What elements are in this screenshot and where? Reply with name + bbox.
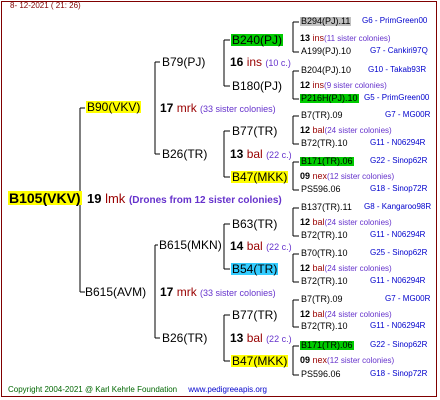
l4-queen: B137(TR).11 bbox=[301, 202, 352, 212]
l3-mating: 09 nex(12 sister colonies) bbox=[300, 355, 395, 365]
sire-queen: B90(VKV) bbox=[86, 100, 142, 114]
l2-mating: 14 bal (22 c.) bbox=[230, 239, 292, 253]
l4-origin: G11 - N06294R bbox=[370, 276, 426, 285]
l4-queen: B171(TR).06 bbox=[300, 156, 354, 166]
l4-queen: B7(TR).09 bbox=[301, 110, 343, 120]
print-date: 8- 12-2021 ( 21: 26) bbox=[10, 1, 81, 10]
l4-queen: B72(TR).10 bbox=[301, 230, 348, 240]
l3-queen: B240(PJ) bbox=[231, 33, 284, 47]
pedigree-chart: 8- 12-2021 ( 21: 26) B105(VKV) 19 lmk (D… bbox=[0, 0, 440, 400]
l3-queen: B47(MKK) bbox=[231, 170, 289, 184]
l4-origin: G10 - Takab93R bbox=[368, 65, 427, 74]
l4-queen: B7(TR).09 bbox=[301, 294, 343, 304]
l4-queen: B294(PJ).11 bbox=[300, 16, 352, 26]
site-link[interactable]: www.pedigreeapis.org bbox=[188, 385, 267, 394]
l2-mating: 13 bal (22 c.) bbox=[230, 331, 292, 345]
l4-origin: G22 - Sinop62R bbox=[370, 156, 428, 165]
l3-mating: 12 bal(24 sister colonies) bbox=[300, 263, 392, 273]
footer: Copyright 2004-2021 @ Karl Kehrle Founda… bbox=[8, 386, 267, 394]
l3-queen: B47(MKK) bbox=[231, 354, 289, 368]
l3-queen: B77(TR) bbox=[232, 308, 278, 322]
l2-queen: B26(TR) bbox=[162, 331, 208, 345]
copyright-text: Copyright 2004-2021 @ Karl Kehrle Founda… bbox=[8, 385, 178, 394]
l4-queen: B204(PJ).10 bbox=[301, 65, 352, 75]
l4-queen: B72(TR).10 bbox=[301, 138, 348, 148]
dam-mating: 17 mrk (33 sister colonies) bbox=[160, 285, 276, 299]
l3-mating: 13 ins(11 sister colonies) bbox=[300, 33, 391, 43]
l2-queen: B26(TR) bbox=[162, 147, 208, 161]
root-mating: 19 lmk (Drones from 12 sister colonies) bbox=[87, 192, 282, 206]
l4-origin: G7 - MG00R bbox=[385, 294, 431, 303]
sire-mating: 17 mrk (33 sister colonies) bbox=[160, 101, 276, 115]
l3-queen: B54(TR) bbox=[231, 262, 279, 276]
l2-queen: B615(MKN) bbox=[159, 238, 222, 252]
l4-queen: PS596.06 bbox=[301, 184, 341, 194]
l4-origin: G25 - Sinop62R bbox=[370, 248, 428, 257]
l4-queen: A199(PJ).10 bbox=[301, 46, 352, 56]
root-code: lmk bbox=[105, 191, 126, 206]
l2-mating: 13 bal (22 c.) bbox=[230, 147, 292, 161]
l3-mating: 09 nex(12 sister colonies) bbox=[300, 171, 395, 181]
l4-origin: G6 - PrimGreen00 bbox=[362, 16, 428, 25]
l4-queen: B171(TR).06 bbox=[300, 340, 354, 350]
l4-origin: G8 - Kangaroo98R bbox=[364, 202, 432, 211]
l2-mating: 16 ins (10 c.) bbox=[230, 55, 291, 69]
l4-queen: PS596.06 bbox=[301, 369, 341, 379]
l3-mating: 12 bal(24 sister colonies) bbox=[300, 125, 392, 135]
dam-queen: B615(AVM) bbox=[85, 285, 147, 299]
l4-origin: G11 - N06294R bbox=[370, 138, 426, 147]
l4-queen: B72(TR).10 bbox=[301, 321, 348, 331]
l3-mating: 12 bal(24 sister colonies) bbox=[300, 217, 392, 227]
l3-queen: B63(TR) bbox=[232, 217, 278, 231]
l4-origin: G18 - Sinop72R bbox=[370, 369, 428, 378]
root-note: (Drones from 12 sister colonies) bbox=[128, 195, 282, 206]
root-num: 19 bbox=[87, 191, 102, 206]
l3-mating: 12 ins(9 sister colonies) bbox=[300, 80, 387, 90]
l4-queen: B72(TR).10 bbox=[301, 276, 348, 286]
l4-origin: G5 - PrimGreen00 bbox=[364, 93, 430, 102]
l4-queen: B70(TR).10 bbox=[301, 248, 348, 258]
l4-queen: P216H(PJ).10 bbox=[300, 93, 359, 103]
l4-origin: G7 - MG00R bbox=[385, 110, 431, 119]
l4-origin: G11 - N06294R bbox=[370, 321, 426, 330]
l2-queen: B79(PJ) bbox=[162, 55, 206, 69]
root-queen: B105(VKV) bbox=[8, 190, 82, 206]
l3-mating: 12 bal(24 sister colonies) bbox=[300, 309, 392, 319]
l4-origin: G11 - N06294R bbox=[370, 230, 426, 239]
l4-origin: G18 - Sinop72R bbox=[370, 184, 428, 193]
l4-origin: G7 - Cankiri97Q bbox=[370, 46, 428, 55]
l4-origin: G22 - Sinop62R bbox=[370, 340, 428, 349]
l3-queen: B77(TR) bbox=[232, 124, 278, 138]
l3-queen: B180(PJ) bbox=[232, 79, 283, 93]
